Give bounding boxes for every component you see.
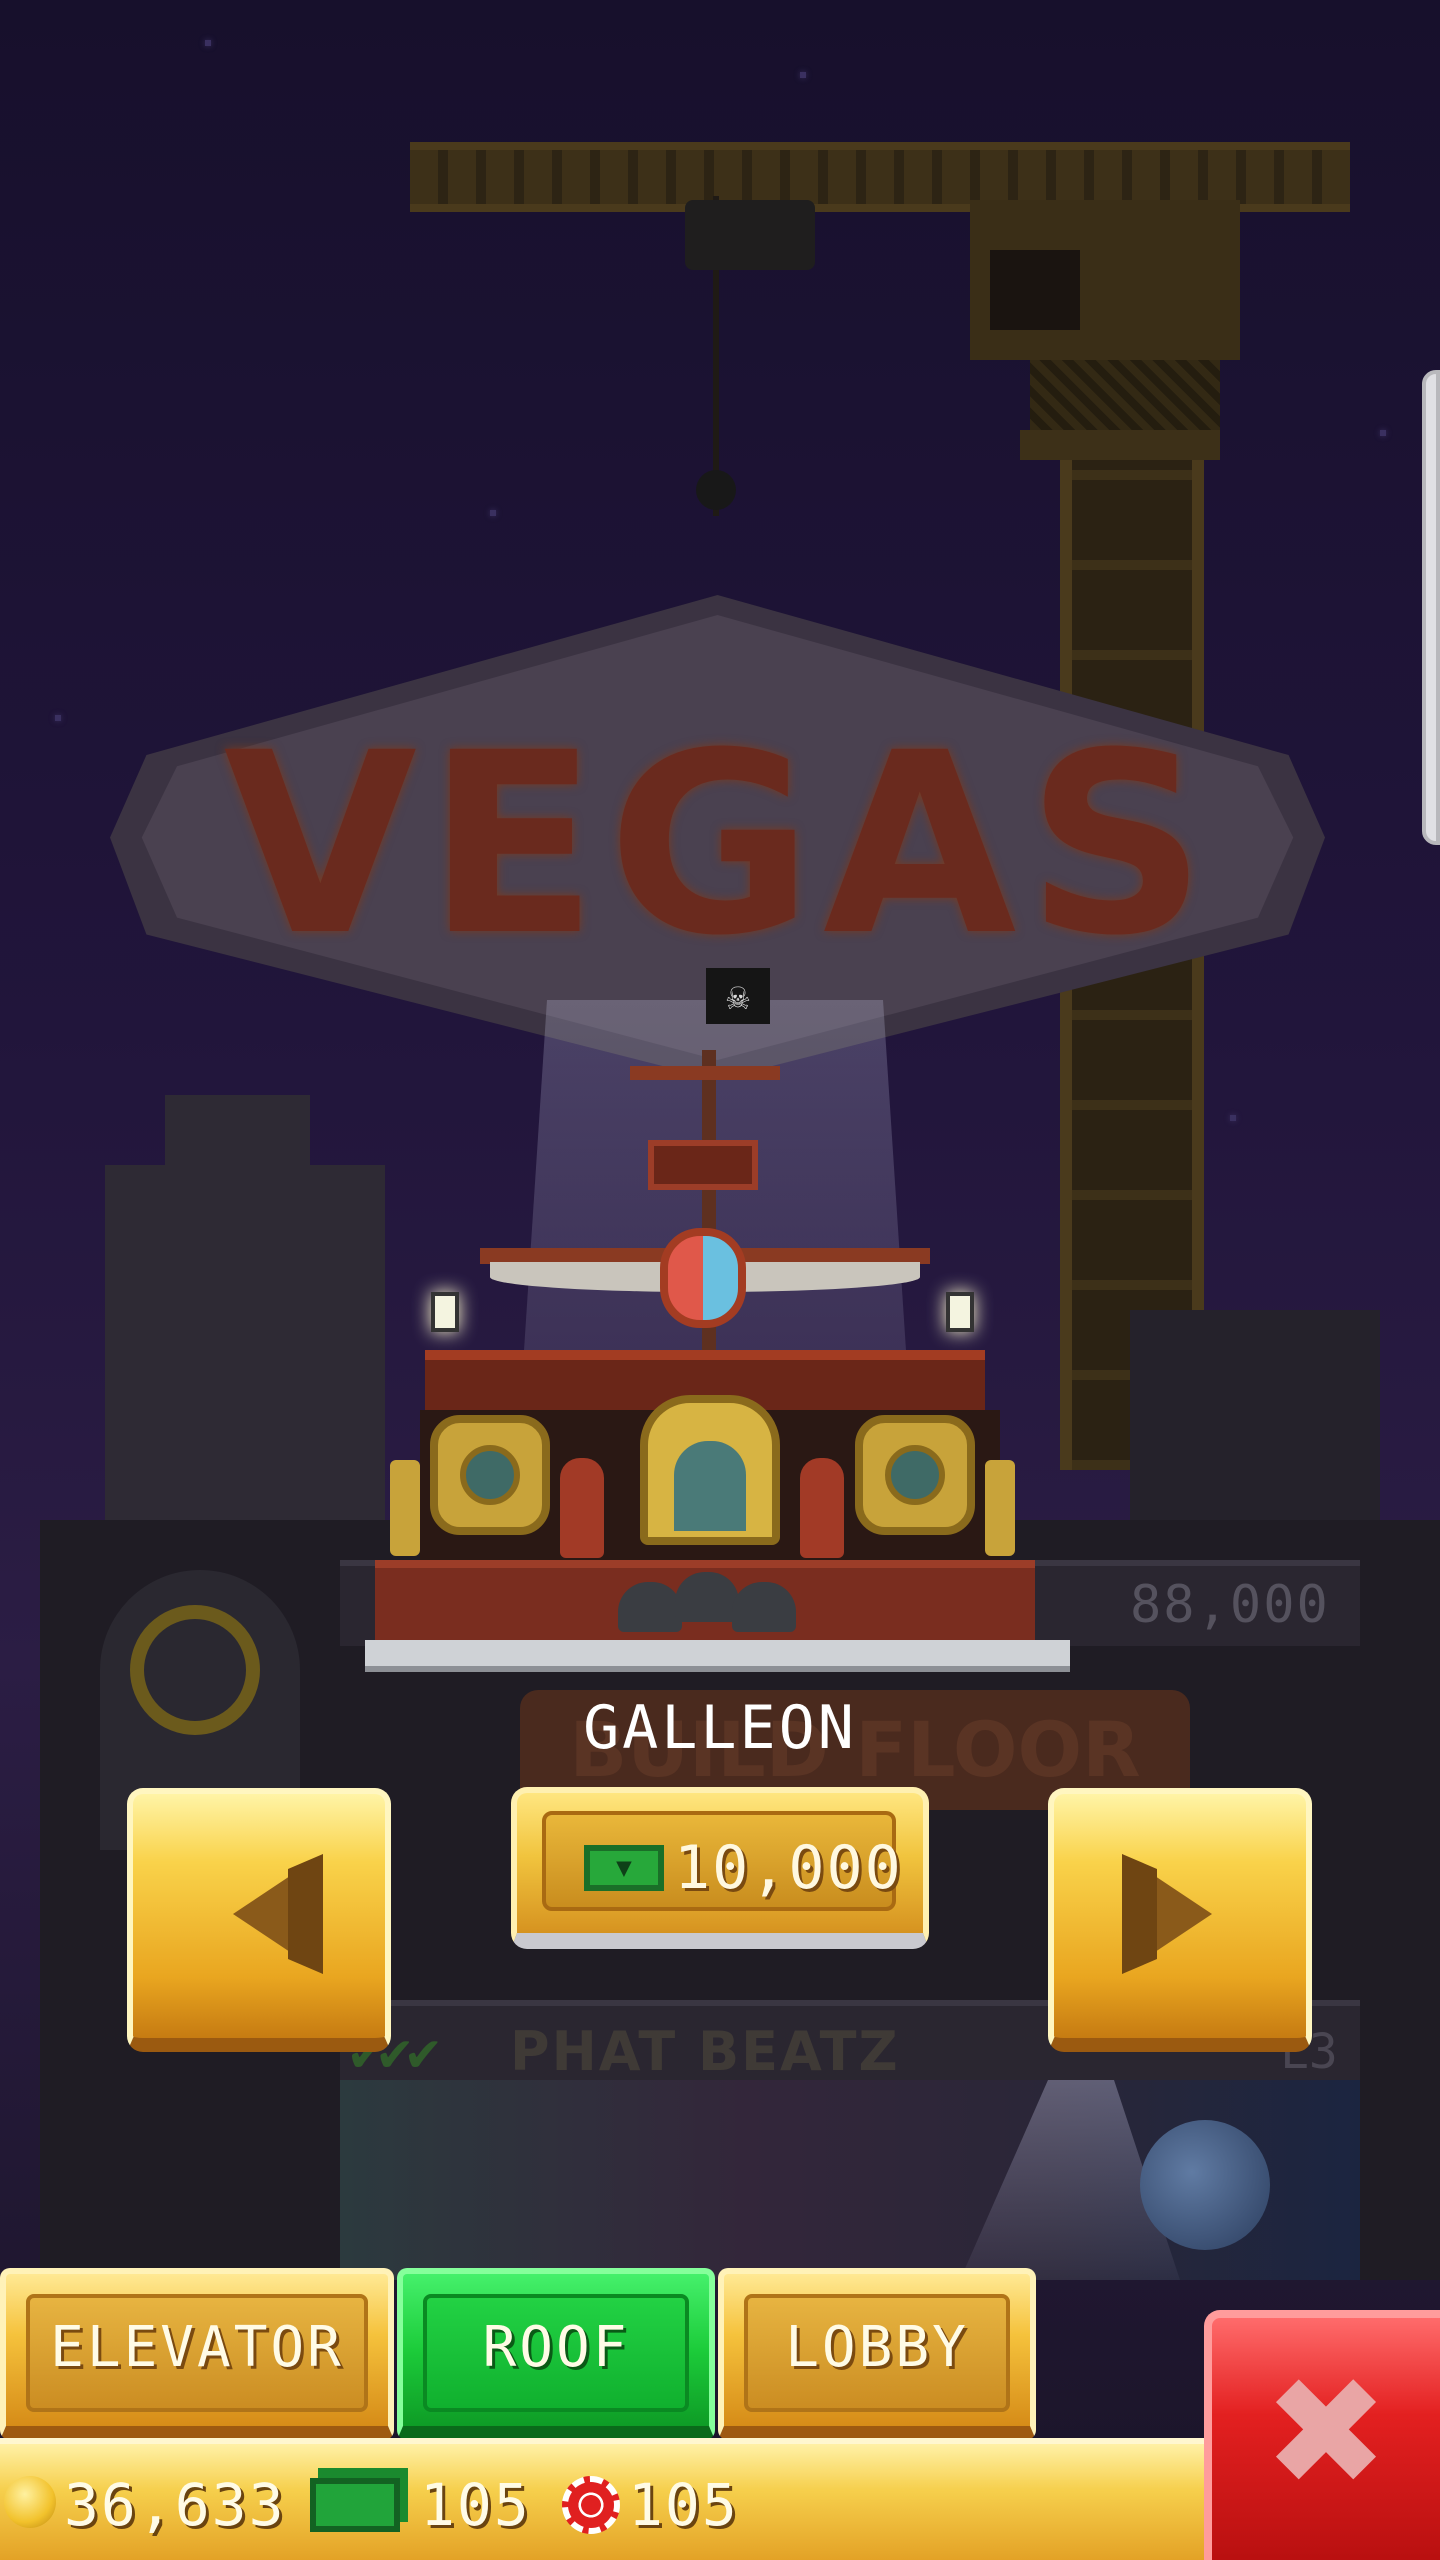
city-building-top — [165, 1095, 310, 1175]
crane-base — [1020, 430, 1220, 460]
crane-trolley — [685, 200, 815, 270]
star — [800, 72, 806, 78]
tab-roof[interactable]: ROOF — [397, 2268, 715, 2440]
galleon-cabin-right — [855, 1415, 975, 1535]
crane-cab-window — [990, 250, 1080, 330]
arrow-right-icon — [1122, 1854, 1212, 1974]
star — [1230, 1115, 1236, 1121]
galleon-shield-icon — [660, 1228, 746, 1328]
roof-price: 10,000 — [674, 1833, 903, 1903]
bux-icon: ▼ — [584, 1845, 664, 1891]
roof-name: GALLEON — [583, 1693, 857, 1763]
star — [490, 510, 496, 516]
lamp-icon — [946, 1292, 974, 1332]
vegas-sign-text: VEGAS — [223, 699, 1217, 990]
side-panel-handle[interactable] — [1422, 370, 1440, 845]
coin-count: 36,633 — [64, 2471, 286, 2539]
close-x-icon: ✖ — [1263, 2346, 1389, 2520]
floor-name: PHAT BEATZ — [510, 2020, 900, 2083]
star — [1380, 430, 1386, 436]
lamp-icon — [431, 1292, 459, 1332]
galleon-window — [674, 1441, 746, 1531]
city-building — [105, 1165, 385, 1565]
disco-ball-icon — [1140, 2120, 1270, 2250]
urn-icon — [560, 1458, 604, 1558]
galleon-center-cabin — [640, 1395, 780, 1545]
tab-lobby-label: LOBBY — [744, 2294, 1010, 2412]
tab-elevator[interactable]: ELEVATOR — [0, 2268, 394, 2440]
tab-lobby[interactable]: LOBBY — [718, 2268, 1036, 2440]
bux-count: 105 — [420, 2471, 531, 2539]
galleon-crows-nest — [648, 1140, 758, 1190]
candle-icon — [985, 1460, 1015, 1556]
casino-chip-icon — [562, 2476, 620, 2534]
price-panel: ▼ 10,000 — [542, 1811, 901, 1911]
star — [205, 40, 211, 46]
close-button[interactable]: ✖ — [1204, 2310, 1440, 2560]
galleon-top-yard — [630, 1066, 780, 1080]
cannon-icon — [732, 1582, 796, 1632]
crane-hook-ball — [696, 470, 736, 510]
cannon-icon — [618, 1582, 682, 1632]
galleon-cabin-left — [430, 1415, 550, 1535]
chip-count: 105 — [628, 2471, 739, 2539]
porthole-icon — [460, 1445, 520, 1505]
crane-counterweight — [1030, 360, 1220, 430]
candle-icon — [390, 1460, 420, 1556]
floor-price-text: 88,000 — [1130, 1575, 1330, 1635]
previous-roof-button[interactable] — [127, 1788, 391, 2052]
coin-icon — [4, 2476, 56, 2528]
cannon-icon — [675, 1572, 739, 1622]
skull-flag-icon: ☠ — [706, 968, 770, 1024]
bux-icon — [310, 2478, 400, 2532]
porthole-icon — [885, 1445, 945, 1505]
urn-icon — [800, 1458, 844, 1558]
next-roof-button[interactable] — [1048, 1788, 1312, 2052]
buy-roof-button[interactable]: ▼ 10,000 — [511, 1787, 929, 1949]
tab-roof-label: ROOF — [423, 2294, 689, 2412]
roof-platform — [365, 1640, 1070, 1672]
arrow-left-icon — [233, 1854, 323, 1974]
tab-elevator-label: ELEVATOR — [26, 2294, 368, 2412]
